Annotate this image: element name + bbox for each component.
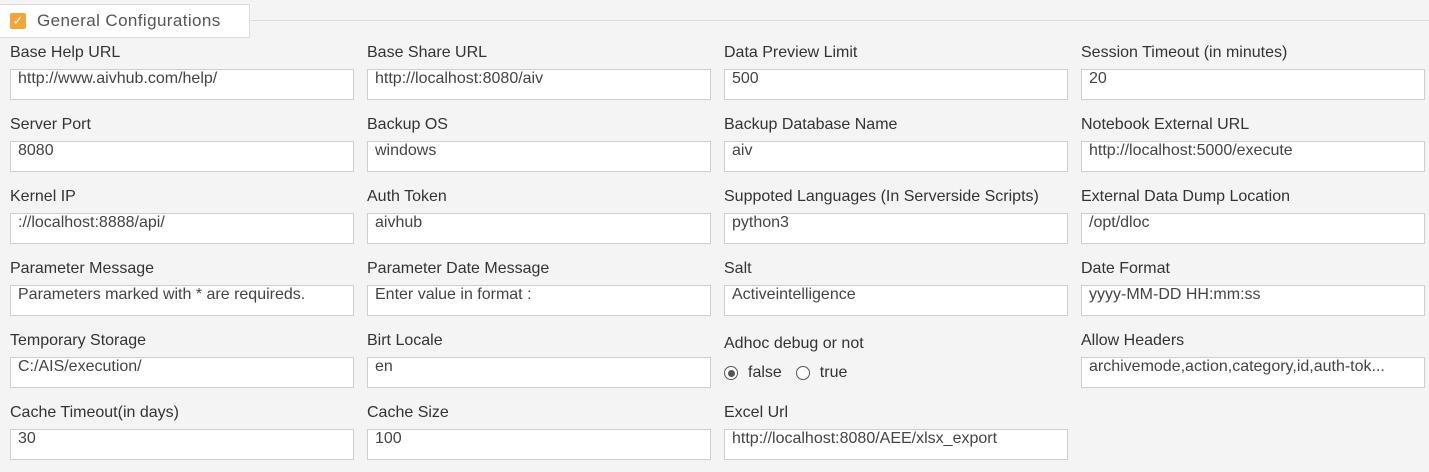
section-checkbox[interactable]: ✓ [10, 13, 26, 29]
adhoc-debug-option-true[interactable]: true [795, 364, 848, 382]
field-parameter-date-message: Parameter Date Message Enter value in fo… [367, 256, 711, 328]
radio-selected-icon[interactable] [724, 366, 738, 380]
salt-input[interactable]: Activeintelligence [724, 285, 1068, 316]
field-notebook-external-url: Notebook External URL http://localhost:5… [1081, 112, 1425, 184]
field-label: Base Share URL [367, 44, 488, 61]
data-preview-limit-input[interactable]: 500 [724, 69, 1068, 100]
cache-size-input[interactable]: 100 [367, 429, 711, 460]
field-label: External Data Dump Location [1081, 188, 1290, 205]
kernel-ip-input[interactable]: ://localhost:8888/api/ [10, 213, 354, 244]
backup-db-name-input[interactable]: aiv [724, 141, 1068, 172]
parameter-message-input[interactable]: Parameters marked with * are requireds. [10, 285, 354, 316]
config-form: Base Help URL http://www.aivhub.com/help… [10, 40, 1425, 472]
radio-unselected-icon[interactable] [795, 366, 810, 380]
auth-token-input[interactable]: aivhub [367, 213, 711, 244]
date-format-input[interactable]: yyyy-MM-DD HH:mm:ss [1081, 285, 1425, 316]
field-label: Notebook External URL [1081, 116, 1250, 133]
field-label: Parameter Message [10, 260, 155, 277]
field-salt: Salt Activeintelligence [724, 256, 1068, 328]
field-session-timeout: Session Timeout (in minutes) 20 [1081, 40, 1425, 112]
parameter-date-message-input[interactable]: Enter value in format : [367, 285, 711, 316]
field-label: Cache Size [367, 404, 449, 421]
field-label: Date Format [1081, 260, 1170, 277]
allow-headers-input[interactable]: archivemode,action,category,id,auth-tok.… [1081, 357, 1425, 388]
field-label: Parameter Date Message [367, 260, 550, 277]
field-label: Backup OS [367, 116, 448, 133]
section-divider [250, 20, 1429, 21]
birt-locale-input[interactable]: en [367, 357, 711, 388]
adhoc-debug-radio-group: false true [724, 359, 1068, 387]
field-label: Allow Headers [1081, 332, 1185, 349]
field-label: Server Port [10, 116, 91, 133]
field-allow-headers: Allow Headers archivemode,action,categor… [1081, 328, 1425, 400]
adhoc-debug-option-false[interactable]: false [724, 364, 782, 382]
field-label: Cache Timeout(in days) [10, 404, 179, 421]
field-base-share-url: Base Share URL http://localhost:8080/aiv [367, 40, 711, 112]
server-port-input[interactable]: 8080 [10, 141, 354, 172]
field-cache-timeout: Cache Timeout(in days) 30 [10, 400, 354, 472]
field-date-format: Date Format yyyy-MM-DD HH:mm:ss [1081, 256, 1425, 328]
radio-label: true [819, 364, 848, 381]
excel-url-input[interactable]: http://localhost:8080/AEE/xlsx_export [724, 429, 1068, 460]
field-label: Backup Database Name [724, 116, 898, 133]
backup-os-input[interactable]: windows [367, 141, 711, 172]
temporary-storage-input[interactable]: C:/AIS/execution/ [10, 357, 354, 388]
base-help-url-input[interactable]: http://www.aivhub.com/help/ [10, 69, 354, 100]
field-label: Base Help URL [10, 44, 121, 61]
field-base-help-url: Base Help URL http://www.aivhub.com/help… [10, 40, 354, 112]
field-label: Temporary Storage [10, 332, 147, 349]
session-timeout-input[interactable]: 20 [1081, 69, 1425, 100]
field-label: Data Preview Limit [724, 44, 858, 61]
field-backup-os: Backup OS windows [367, 112, 711, 184]
field-label: Session Timeout (in minutes) [1081, 44, 1288, 61]
field-label: Excel Url [724, 404, 789, 421]
field-label: Auth Token [367, 188, 447, 205]
section-title: General Configurations [37, 11, 221, 30]
cache-timeout-input[interactable]: 30 [10, 429, 354, 460]
field-label: Adhoc debug or not [724, 335, 864, 352]
field-label: Salt [724, 260, 752, 277]
field-parameter-message: Parameter Message Parameters marked with… [10, 256, 354, 328]
field-supported-languages: Suppoted Languages (In Serverside Script… [724, 184, 1068, 256]
field-server-port: Server Port 8080 [10, 112, 354, 184]
field-birt-locale: Birt Locale en [367, 328, 711, 400]
field-external-data-dump: External Data Dump Location /opt/dloc [1081, 184, 1425, 256]
external-data-dump-input[interactable]: /opt/dloc [1081, 213, 1425, 244]
field-temporary-storage: Temporary Storage C:/AIS/execution/ [10, 328, 354, 400]
radio-label: false [748, 364, 782, 381]
base-share-url-input[interactable]: http://localhost:8080/aiv [367, 69, 711, 100]
section-header: ✓ General Configurations [0, 4, 250, 38]
field-kernel-ip: Kernel IP ://localhost:8888/api/ [10, 184, 354, 256]
field-backup-db-name: Backup Database Name aiv [724, 112, 1068, 184]
field-label: Suppoted Languages (In Serverside Script… [724, 188, 1039, 205]
field-data-preview-limit: Data Preview Limit 500 [724, 40, 1068, 112]
field-cache-size: Cache Size 100 [367, 400, 711, 472]
field-auth-token: Auth Token aivhub [367, 184, 711, 256]
field-label: Kernel IP [10, 188, 76, 205]
notebook-external-url-input[interactable]: http://localhost:5000/execute [1081, 141, 1425, 172]
field-excel-url: Excel Url http://localhost:8080/AEE/xlsx… [724, 400, 1068, 472]
field-label: Birt Locale [367, 332, 443, 349]
supported-languages-input[interactable]: python3 [724, 213, 1068, 244]
checkmark-icon: ✓ [12, 13, 24, 28]
field-adhoc-debug: Adhoc debug or not false true [724, 328, 1068, 400]
